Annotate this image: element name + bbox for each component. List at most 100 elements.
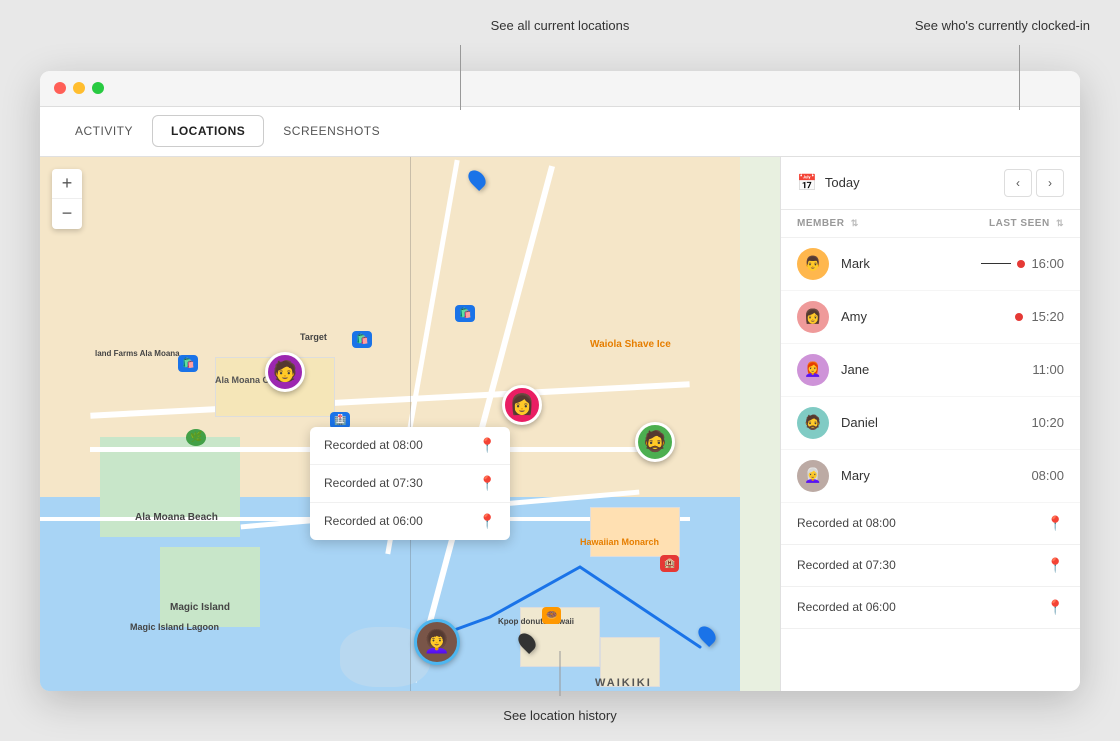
avatar-jane: 👩‍🦰: [797, 354, 829, 386]
popup-pin-2: 📍: [479, 513, 496, 530]
zoom-in-button[interactable]: +: [52, 169, 82, 199]
avatar-mary: 👩‍🦳: [797, 460, 829, 492]
status-mark: [981, 260, 1031, 268]
nav-arrows: ‹ ›: [1004, 169, 1064, 197]
popup-item-0: Recorded at 08:00 📍: [310, 427, 510, 465]
popup-text-2: Recorded at 06:00: [324, 514, 423, 528]
popup-pin-0: 📍: [479, 437, 496, 454]
poi-hotel: 🏨: [660, 555, 679, 572]
poi-shopping: 🛍️: [455, 305, 475, 322]
time-amy: 15:20: [1031, 309, 1064, 324]
zoom-out-button[interactable]: −: [52, 199, 82, 229]
tab-screenshots[interactable]: Screenshots: [264, 115, 399, 147]
time-mary: 08:00: [1031, 468, 1064, 483]
map-label-waikiki: WAIKIKI: [595, 677, 652, 689]
last-seen-sort-icon: ⇅: [1056, 218, 1064, 228]
maximize-button[interactable]: [92, 82, 104, 94]
marker-pin-blue-top: [470, 169, 484, 189]
recorded-pin-2: 📍: [1047, 599, 1064, 616]
marker-avatar-3: 👩: [502, 385, 542, 425]
marker-pin-black: [520, 632, 534, 652]
annotation-line-top-right: [1019, 45, 1020, 110]
tab-locations[interactable]: Locations: [152, 115, 264, 147]
popup-item-2: Recorded at 06:00 📍: [310, 503, 510, 540]
next-day-button[interactable]: ›: [1036, 169, 1064, 197]
member-item-mark[interactable]: 👨 Mark 16:00: [781, 238, 1080, 291]
members-column-header: MEMBER ⇅: [797, 218, 859, 229]
name-mark: Mark: [841, 256, 981, 271]
name-jane: Jane: [841, 362, 1032, 377]
recorded-item-2[interactable]: Recorded at 06:00 📍: [781, 587, 1080, 629]
content-area: Ala Moana Center Ala Moana Beach Magic I…: [40, 157, 1080, 691]
recorded-text-2: Recorded at 06:00: [797, 600, 896, 614]
popup-text-1: Recorded at 07:30: [324, 476, 423, 490]
annotation-see-clocked-in: See who's currently clocked-in: [915, 18, 1090, 33]
marker-avatar-2: 🧔: [635, 422, 675, 462]
member-item-jane[interactable]: 👩‍🦰 Jane 11:00: [781, 344, 1080, 397]
poi-food: 🍩: [542, 607, 561, 624]
map-park-magic-island: [160, 547, 260, 627]
member-item-amy[interactable]: 👩 Amy 15:20: [781, 291, 1080, 344]
map-label-land-farms: land Farms Ala Moana: [95, 349, 180, 358]
minimize-button[interactable]: [73, 82, 85, 94]
popup-pin-1: 📍: [479, 475, 496, 492]
map-label-waiola: Waiola Shave Ice: [590, 339, 671, 350]
dash-line-mark: [981, 263, 1011, 264]
annotation-see-all-locations: See all current locations: [491, 18, 630, 33]
marker-pin-blue-end: [700, 625, 714, 645]
name-mary: Mary: [841, 468, 1031, 483]
map-background: Ala Moana Center Ala Moana Beach Magic I…: [40, 157, 780, 691]
time-jane: 11:00: [1032, 362, 1064, 377]
recorded-text-0: Recorded at 08:00: [797, 516, 896, 530]
marker-avatar-4: 👩‍🦱: [414, 619, 460, 665]
recorded-pin-0: 📍: [1047, 515, 1064, 532]
last-seen-column-header: LAST SEEN ⇅: [989, 218, 1064, 229]
recorded-text-1: Recorded at 07:30: [797, 558, 896, 572]
panel-header: 📅 Today ‹ ›: [781, 157, 1080, 210]
tab-activity[interactable]: ACTIVITY: [56, 115, 152, 147]
member-list-header: MEMBER ⇅ LAST SEEN ⇅: [781, 210, 1080, 238]
tab-bar: ACTIVITY Locations Screenshots: [40, 107, 1080, 157]
annotation-line-top-center: [460, 45, 461, 110]
date-picker[interactable]: 📅 Today: [797, 173, 860, 193]
recorded-item-1[interactable]: Recorded at 07:30 📍: [781, 545, 1080, 587]
name-daniel: Daniel: [841, 415, 1031, 430]
avatar-mark: 👨: [797, 248, 829, 280]
annotation-line-bottom: [560, 651, 561, 696]
map-label-kpop: Kpop donuts hawaii: [498, 617, 574, 626]
close-button[interactable]: [54, 82, 66, 94]
member-sort-icon: ⇅: [851, 218, 859, 228]
name-amy: Amy: [841, 309, 1015, 324]
member-item-daniel[interactable]: 🧔 Daniel 10:20: [781, 397, 1080, 450]
annotation-see-location-history: See location history: [503, 708, 616, 723]
location-popup: Recorded at 08:00 📍 Recorded at 07:30 📍 …: [310, 427, 510, 540]
dot-mark: [1017, 260, 1025, 268]
map-building-hawaiian: [590, 507, 680, 557]
prev-day-button[interactable]: ‹: [1004, 169, 1032, 197]
titlebar: [40, 71, 1080, 107]
map-label-target: Target: [300, 332, 327, 342]
member-item-mary[interactable]: 👩‍🦳 Mary 08:00: [781, 450, 1080, 503]
recorded-pin-1: 📍: [1047, 557, 1064, 574]
time-daniel: 10:20: [1031, 415, 1064, 430]
calendar-icon: 📅: [797, 173, 817, 193]
app-window: ACTIVITY Locations Screenshots: [40, 71, 1080, 691]
right-panel: 📅 Today ‹ › MEMBER ⇅ LAST SEEN ⇅: [780, 157, 1080, 691]
avatar-daniel: 🧔: [797, 407, 829, 439]
avatar-amy: 👩: [797, 301, 829, 333]
map-label-magic-island: Magic Island: [170, 602, 230, 613]
dot-amy: [1015, 313, 1023, 321]
map-container[interactable]: Ala Moana Center Ala Moana Beach Magic I…: [40, 157, 780, 691]
poi-park: 🌿: [186, 429, 206, 446]
poi-shopping-3: 🛍️: [352, 331, 372, 348]
map-label-ala-moana-beach: Ala Moana Beach: [135, 512, 218, 523]
map-label-magic-island-lagoon: Magic Island Lagoon: [130, 622, 219, 632]
recorded-item-0[interactable]: Recorded at 08:00 📍: [781, 503, 1080, 545]
poi-shopping-2: 🛍️: [178, 355, 198, 372]
time-mark: 16:00: [1031, 256, 1064, 271]
date-label: Today: [825, 175, 860, 190]
popup-item-1: Recorded at 07:30 📍: [310, 465, 510, 503]
marker-avatar-1: 🧑: [265, 352, 305, 392]
map-controls: + −: [52, 169, 82, 229]
map-label-hawaiian: Hawaiian Monarch: [580, 537, 659, 547]
